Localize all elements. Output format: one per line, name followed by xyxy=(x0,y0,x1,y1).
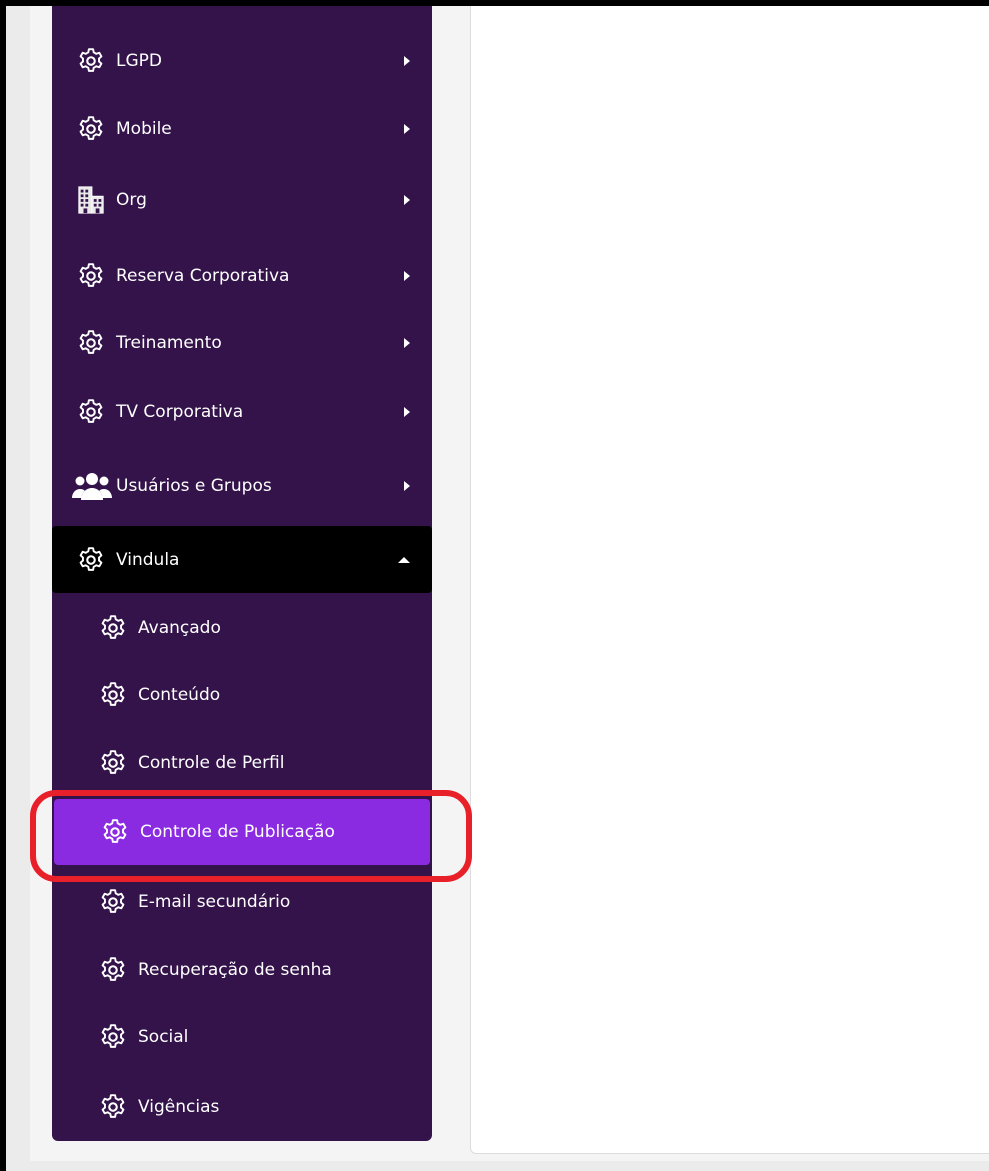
submenu-item-label: Conteúdo xyxy=(138,684,221,705)
gear-icon xyxy=(76,46,106,76)
submenu-item-controle-de-publicacao[interactable]: Controle de Publicação xyxy=(54,799,430,865)
sidebar-item-label: LGPD xyxy=(116,50,162,71)
window-frame: LGPD Mobile Org Reserva Corporativa Trei… xyxy=(6,6,989,1171)
caret-right-icon xyxy=(404,123,410,134)
sidebar-item-label: Treinamento xyxy=(116,332,222,353)
caret-right-icon xyxy=(404,194,410,205)
sidebar-item-label: Usuários e Grupos xyxy=(116,475,272,496)
gear-icon xyxy=(98,887,128,917)
submenu-item-vigencias[interactable]: Vigências xyxy=(52,1073,432,1140)
gear-icon xyxy=(76,114,106,144)
building-icon xyxy=(76,185,106,215)
users-icon xyxy=(72,471,112,501)
gear-icon xyxy=(76,545,106,575)
sidebar-item-vindula[interactable]: Vindula xyxy=(52,526,432,593)
gear-icon xyxy=(98,680,128,710)
submenu-item-label: Avançado xyxy=(138,617,221,638)
caret-up-icon xyxy=(398,556,410,563)
sidebar-item-mobile[interactable]: Mobile xyxy=(52,95,432,162)
submenu-item-recuperacao-de-senha[interactable]: Recuperação de senha xyxy=(52,936,432,1003)
gear-icon xyxy=(100,817,130,847)
submenu-item-label: Controle de Publicação xyxy=(140,822,335,842)
sidebar-item-label: TV Corporativa xyxy=(116,401,244,422)
submenu-item-controle-de-perfil[interactable]: Controle de Perfil xyxy=(52,729,432,796)
gear-icon xyxy=(76,261,106,291)
sidebar-item-lgpd[interactable]: LGPD xyxy=(52,27,432,94)
sidebar-item-reserva-corporativa[interactable]: Reserva Corporativa xyxy=(52,242,432,309)
gear-icon xyxy=(98,613,128,643)
submenu-item-conteudo[interactable]: Conteúdo xyxy=(52,661,432,728)
submenu-item-social[interactable]: Social xyxy=(52,1003,432,1070)
caret-right-icon xyxy=(404,337,410,348)
caret-right-icon xyxy=(404,270,410,281)
submenu-item-label: Social xyxy=(138,1026,189,1047)
submenu-item-label: E-mail secundário xyxy=(138,891,291,912)
submenu-item-label: Recuperação de senha xyxy=(138,959,332,980)
page-area: LGPD Mobile Org Reserva Corporativa Trei… xyxy=(30,6,989,1161)
sidebar-item-org[interactable]: Org xyxy=(52,166,432,233)
submenu-item-label: Controle de Perfil xyxy=(138,752,285,773)
gear-icon xyxy=(98,1022,128,1052)
submenu-item-label: Vigências xyxy=(138,1096,220,1117)
sidebar-item-label: Org xyxy=(116,189,147,210)
sidebar-item-label: Vindula xyxy=(116,549,180,570)
caret-right-icon xyxy=(404,480,410,491)
gear-icon xyxy=(98,748,128,778)
caret-right-icon xyxy=(404,55,410,66)
sidebar-item-partial-top xyxy=(52,6,432,14)
gear-icon xyxy=(76,397,106,427)
sidebar-item-treinamento[interactable]: Treinamento xyxy=(52,309,432,376)
submenu-item-avancado[interactable]: Avançado xyxy=(52,594,432,661)
submenu-item-email-secundario[interactable]: E-mail secundário xyxy=(52,868,432,935)
gear-icon xyxy=(76,328,106,358)
gear-icon xyxy=(98,955,128,985)
gear-icon xyxy=(98,1092,128,1122)
sidebar-item-label: Mobile xyxy=(116,118,172,139)
main-content-panel xyxy=(470,6,989,1154)
caret-right-icon xyxy=(404,406,410,417)
sidebar-item-usuarios-e-grupos[interactable]: Usuários e Grupos xyxy=(52,452,432,519)
sidebar: LGPD Mobile Org Reserva Corporativa Trei… xyxy=(52,6,432,1141)
sidebar-item-label: Reserva Corporativa xyxy=(116,265,290,286)
sidebar-item-tv-corporativa[interactable]: TV Corporativa xyxy=(52,378,432,445)
